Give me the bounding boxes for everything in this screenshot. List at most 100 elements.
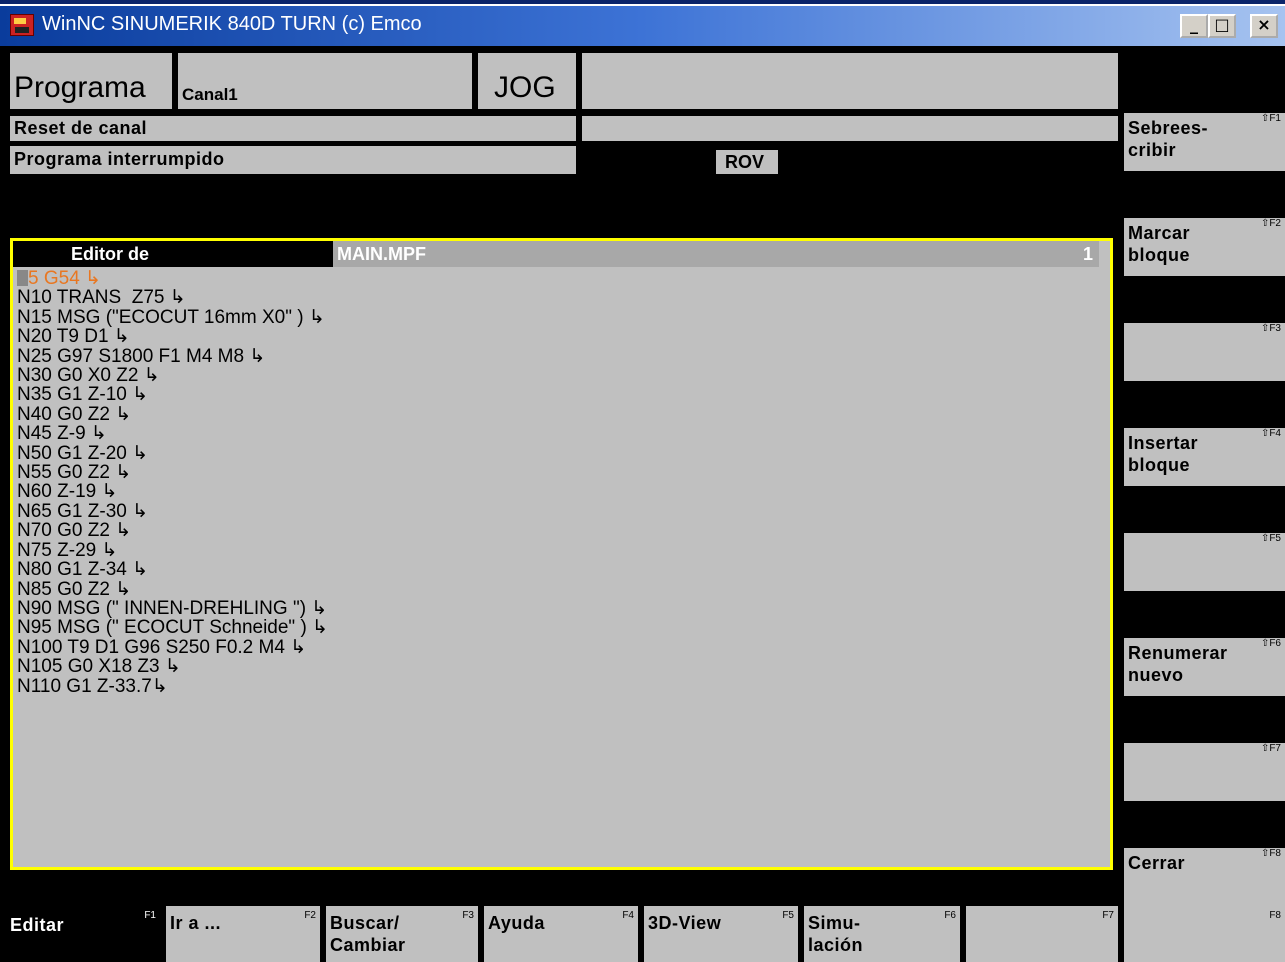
softkey-label: Insertar bloque xyxy=(1128,433,1199,475)
softkey-key-hint: F5 xyxy=(782,910,794,921)
softkey-key-hint: F6 xyxy=(944,910,956,921)
program-line[interactable]: N80 G1 Z-34 ↳ xyxy=(17,560,328,579)
minimize-button[interactable]: _ xyxy=(1180,14,1208,38)
softkey-label: Cerrar xyxy=(1128,853,1186,873)
softkey-label: Ayuda xyxy=(488,913,545,933)
maximize-button[interactable]: □ xyxy=(1208,14,1236,38)
program-line-text: N10 TRANS Z75 ↳ xyxy=(17,287,186,309)
softkey-key-hint: ⇧F1 xyxy=(1260,113,1281,124)
softkey-key-hint: ⇧F5 xyxy=(1260,533,1281,544)
program-line-text: N25 G97 S1800 F1 M4 M8 ↳ xyxy=(17,345,266,367)
channel-status: Reset de canal xyxy=(14,118,148,138)
softkey-f6[interactable]: Simu- lación F6 xyxy=(804,906,960,962)
softkey-f1[interactable]: Editar F1 xyxy=(0,906,160,962)
app-icon[interactable] xyxy=(10,14,34,36)
softkey-label: Sebrees- cribir xyxy=(1128,118,1209,160)
softkey-shift-f4[interactable]: Insertar bloque ⇧F4 xyxy=(1124,428,1285,486)
program-line[interactable]: N105 G0 X18 Z3 ↳ xyxy=(17,657,328,676)
editor-filename: MAIN.MPF xyxy=(337,244,426,264)
program-line[interactable]: N35 G1 Z-10 ↳ xyxy=(17,385,328,404)
editor-line-number: 1 xyxy=(1082,244,1093,264)
softkey-f5[interactable]: 3D-View F5 xyxy=(644,906,798,962)
program-line-text: N75 Z-29 ↳ xyxy=(17,539,118,561)
program-line[interactable]: N10 TRANS Z75 ↳ xyxy=(17,288,328,307)
mode-field: JOG xyxy=(478,53,576,109)
channel-status-field: Reset de canal xyxy=(10,116,576,141)
program-line-text: N85 G0 Z2 ↳ xyxy=(17,578,132,600)
mode-label: JOG xyxy=(494,71,556,104)
program-line[interactable]: N90 MSG (" INNEN-DREHLING ") ↳ xyxy=(17,599,328,618)
softkey-shift-f5[interactable]: ⇧F5 xyxy=(1124,533,1285,591)
program-line[interactable]: N75 Z-29 ↳ xyxy=(17,539,328,561)
rov-label: ROV xyxy=(725,152,765,172)
program-line[interactable]: N70 G0 Z2 ↳ xyxy=(17,521,328,540)
program-line[interactable]: N110 G1 Z-33.7↳ xyxy=(17,676,328,696)
softkey-key-hint: ⇧F2 xyxy=(1260,218,1281,229)
title-bar: WinNC SINUMERIK 840D TURN (c) Emco _ □ × xyxy=(0,0,1285,46)
program-line[interactable]: N20 T9 D1 ↳ xyxy=(17,327,328,346)
program-line-current[interactable]: 5 G54 ↳ xyxy=(17,269,328,288)
program-line[interactable]: N100 T9 D1 G96 S250 F0.2 M4 ↳ xyxy=(17,638,328,657)
softkey-label: Editar xyxy=(10,915,65,935)
text-cursor xyxy=(17,270,28,286)
editor-header: Editor de MAIN.MPF 1 xyxy=(13,241,1110,267)
softkey-key-hint: F3 xyxy=(462,910,474,921)
softkey-key-hint: F7 xyxy=(1102,910,1114,921)
area-label: Programa xyxy=(14,71,146,104)
program-line[interactable]: N30 G0 X0 Z2 ↳ xyxy=(17,366,328,385)
area-field: Programa xyxy=(10,53,172,109)
program-line[interactable]: N60 Z-19 ↳ xyxy=(17,482,328,501)
softkey-shift-f2[interactable]: Marcar bloque ⇧F2 xyxy=(1124,218,1285,276)
softkey-label: Ir a ... xyxy=(170,913,222,933)
program-line-text: N55 G0 Z2 ↳ xyxy=(17,462,132,484)
softkey-key-hint: ⇧F3 xyxy=(1260,323,1281,334)
program-line[interactable]: N50 G1 Z-20 ↳ xyxy=(17,442,328,464)
softkey-key-hint: ⇧F6 xyxy=(1260,638,1281,649)
program-line-text: N60 Z-19 ↳ xyxy=(17,481,118,503)
softkey-key-hint: F8 xyxy=(1269,910,1281,921)
program-line-text: N95 MSG (" ECOCUT Schneide" ) ↳ xyxy=(17,617,328,639)
softkey-label: Marcar bloque xyxy=(1128,223,1191,265)
softkey-shift-f3[interactable]: ⇧F3 xyxy=(1124,323,1285,381)
softkey-shift-f6[interactable]: Renumerar nuevo ⇧F6 xyxy=(1124,638,1285,696)
softkey-f4[interactable]: Ayuda F4 xyxy=(484,906,638,962)
program-line[interactable]: N65 G1 Z-30 ↳ xyxy=(17,502,328,521)
softkey-key-hint: F4 xyxy=(622,910,634,921)
softkey-key-hint: F1 xyxy=(144,910,156,921)
program-line-text: N90 MSG (" INNEN-DREHLING ") ↳ xyxy=(17,597,328,619)
program-line-text: N45 Z-9 ↳ xyxy=(17,423,107,445)
program-line-text: N35 G1 Z-10 ↳ xyxy=(17,384,149,406)
softkey-f2[interactable]: Ir a ... F2 xyxy=(166,906,320,962)
program-status: Programa interrumpido xyxy=(14,149,225,169)
program-line[interactable]: N55 G0 Z2 ↳ xyxy=(17,463,328,482)
softkey-f7[interactable]: F7 xyxy=(966,906,1118,962)
softkey-key-hint: ⇧F8 xyxy=(1260,848,1281,859)
editor-title-bar: Editor de xyxy=(13,241,333,267)
program-line[interactable]: N15 MSG ("ECOCUT 16mm X0" ) ↳ xyxy=(17,308,328,327)
softkey-key-hint: ⇧F7 xyxy=(1260,743,1281,754)
program-editor[interactable]: Editor de MAIN.MPF 1 5 G54 ↳ N10 TRANS Z7… xyxy=(10,238,1113,870)
program-line[interactable]: N25 G97 S1800 F1 M4 M8 ↳ xyxy=(17,345,328,367)
editor-lines[interactable]: 5 G54 ↳ N10 TRANS Z75 ↳ N15 MSG ("ECOCUT 1… xyxy=(17,269,328,696)
program-line-text: N15 MSG ("ECOCUT 16mm X0" ) ↳ xyxy=(17,306,325,328)
program-line[interactable]: N95 MSG (" ECOCUT Schneide" ) ↳ xyxy=(17,618,328,637)
softkey-label: Renumerar nuevo xyxy=(1128,643,1228,685)
softkey-shift-f8[interactable]: Cerrar ⇧F8 xyxy=(1124,848,1285,906)
softkey-shift-f1[interactable]: Sebrees- cribir ⇧F1 xyxy=(1124,113,1285,171)
program-line-text: N70 G0 Z2 ↳ xyxy=(17,520,132,542)
editor-file-bar: MAIN.MPF 1 xyxy=(333,241,1099,267)
softkey-shift-f7[interactable]: ⇧F7 xyxy=(1124,743,1285,801)
softkey-f3[interactable]: Buscar/ Cambiar F3 xyxy=(326,906,478,962)
program-line-text: N50 G1 Z-20 ↳ xyxy=(17,442,149,464)
softkey-f8[interactable]: F8 xyxy=(1124,906,1285,962)
program-line-text: N80 G1 Z-34 ↳ xyxy=(17,559,149,581)
rov-badge: ROV xyxy=(716,150,778,174)
softkey-key-hint: F2 xyxy=(304,910,316,921)
program-line[interactable]: N40 G0 Z2 ↳ xyxy=(17,405,328,424)
program-line[interactable]: N85 G0 Z2 ↳ xyxy=(17,578,328,600)
program-line[interactable]: N45 Z-9 ↳ xyxy=(17,424,328,443)
channel-label: Canal1 xyxy=(182,85,238,104)
close-button[interactable]: × xyxy=(1250,14,1278,38)
editor-title: Editor de xyxy=(71,244,150,264)
status-blank-field xyxy=(582,116,1118,141)
